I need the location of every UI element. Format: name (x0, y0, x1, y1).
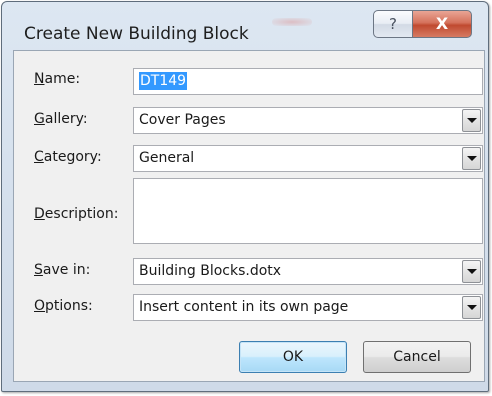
name-label-mnemonic: N (34, 71, 45, 87)
help-icon: ? (389, 15, 397, 33)
options-select[interactable]: Insert content in its own page (133, 294, 483, 321)
options-label-mnemonic: O (34, 298, 46, 314)
category-label-text: ategory: (43, 149, 102, 165)
save-in-label: Save in: (34, 262, 90, 278)
gallery-label-text: allery: (44, 111, 88, 127)
description-label-text: escription: (44, 206, 119, 222)
chevron-down-icon (467, 269, 477, 274)
name-input-value: DT149 (139, 72, 188, 90)
help-button[interactable]: ? (373, 10, 413, 38)
cancel-button[interactable]: Cancel (363, 341, 471, 373)
chevron-down-icon (467, 118, 477, 123)
create-building-block-dialog: Create New Building Block ? X Name: DT14… (1, 1, 489, 392)
dialog-title: Create New Building Block (24, 24, 249, 44)
close-button[interactable]: X (412, 10, 472, 38)
save-in-label-text: ave in: (42, 262, 91, 278)
name-label-text: ame: (44, 71, 81, 87)
save-in-dropdown-button[interactable] (462, 260, 481, 283)
gallery-label-mnemonic: G (34, 111, 45, 127)
name-input[interactable]: DT149 (133, 68, 483, 95)
save-in-select-value: Building Blocks.dotx (139, 263, 282, 279)
dialog-body: Name: DT149 Gallery: Cover Pages Categor… (13, 50, 485, 382)
description-textarea[interactable] (133, 178, 483, 244)
category-select[interactable]: General (133, 145, 483, 172)
gallery-select-value: Cover Pages (139, 112, 226, 128)
description-label-mnemonic: D (34, 206, 45, 222)
options-select-value: Insert content in its own page (139, 299, 349, 315)
title-bar-glare (272, 18, 312, 26)
chevron-down-icon (467, 305, 477, 310)
name-label: Name: (34, 71, 80, 87)
save-in-label-mnemonic: S (34, 262, 43, 278)
category-label-mnemonic: C (34, 149, 44, 165)
save-in-select[interactable]: Building Blocks.dotx (133, 258, 483, 285)
options-label-text: ptions: (45, 298, 93, 314)
options-label: Options: (34, 298, 93, 314)
category-label: Category: (34, 149, 102, 165)
ok-button[interactable]: OK (239, 341, 347, 373)
category-dropdown-button[interactable] (462, 147, 481, 170)
gallery-select[interactable]: Cover Pages (133, 107, 483, 134)
category-select-value: General (139, 150, 195, 166)
description-label: Description: (34, 206, 118, 222)
chevron-down-icon (467, 156, 477, 161)
gallery-dropdown-button[interactable] (462, 109, 481, 132)
close-icon: X (435, 14, 449, 33)
options-dropdown-button[interactable] (462, 296, 481, 319)
gallery-label: Gallery: (34, 111, 88, 127)
